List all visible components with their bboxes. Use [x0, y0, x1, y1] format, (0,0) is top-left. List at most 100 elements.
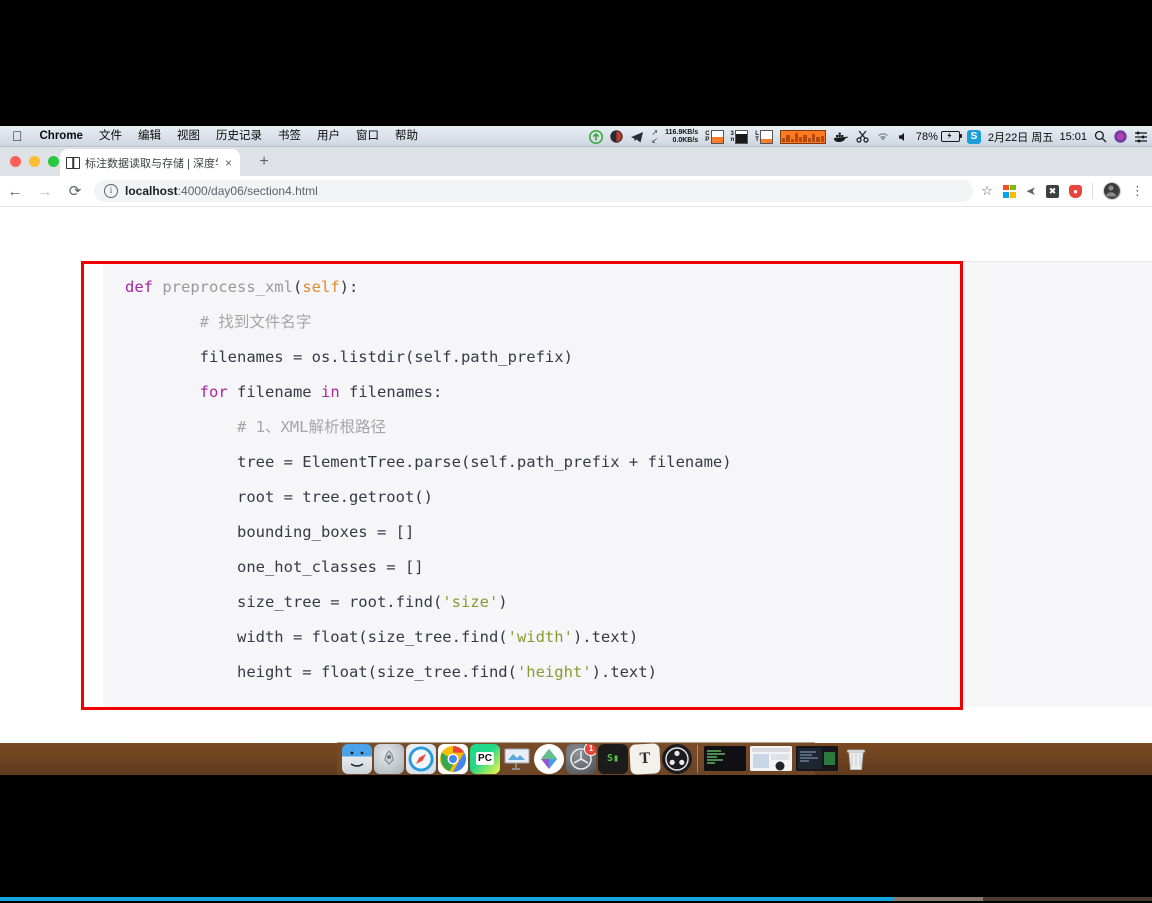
code-line: for filename in filenames:: [125, 375, 1152, 410]
dock-item-finder[interactable]: [342, 743, 372, 774]
code-token: filenames:: [339, 383, 443, 401]
code-token: ).text): [572, 628, 639, 646]
menu-bar-datetime[interactable]: 2月22日 周五 15:01: [988, 126, 1087, 147]
dock-item-sketch[interactable]: [534, 743, 564, 774]
dock-item-safari[interactable]: [406, 743, 436, 774]
reload-button[interactable]: ⟳: [60, 176, 90, 206]
maximize-window-button[interactable]: [48, 156, 59, 167]
minimize-window-button[interactable]: [29, 156, 40, 167]
code-token: (: [292, 278, 303, 296]
code-line: # 1、XML解析根路径: [125, 410, 1152, 445]
bottom-accent-line-right: [983, 897, 1152, 901]
code-token: ):: [339, 278, 359, 296]
menu-item-edit[interactable]: 编辑: [130, 126, 169, 147]
browser-toolbar: ← → ⟳ i localhost:4000/day06/section4.ht…: [0, 176, 1152, 207]
browser-tab[interactable]: 标注数据读取与存储 | 深度学习 ×: [60, 149, 240, 176]
volume-icon[interactable]: [897, 126, 909, 147]
dock-item-app-store[interactable]: 1: [566, 743, 596, 774]
siri-icon[interactable]: [1114, 126, 1127, 147]
menu-bar-left:  Chrome 文件 编辑 视图 历史记录 书签 用户 窗口 帮助: [0, 126, 426, 147]
menu-item-bookmarks[interactable]: 书签: [270, 126, 309, 147]
resize-arrows-icon: ↗ ↙: [651, 127, 659, 145]
code-line: bounding_boxes = []: [125, 515, 1152, 550]
code-token: one_hot_classes = []: [125, 558, 424, 576]
adblock-shield-icon[interactable]: ●: [1069, 184, 1082, 198]
chrome-menu-kebab-icon[interactable]: ⋮: [1131, 184, 1144, 197]
dock-item-keynote[interactable]: [502, 744, 532, 774]
screen-letterbox:  Chrome 文件 编辑 视图 历史记录 书签 用户 窗口 帮助 ↗↙: [0, 0, 1152, 903]
menu-item-view[interactable]: 视图: [169, 126, 208, 147]
new-tab-button[interactable]: +: [254, 152, 274, 172]
battery-status[interactable]: 78%: [915, 130, 962, 143]
minimized-browser-window[interactable]: [750, 746, 792, 771]
menu-bar-status-area: ↗ ↙ 116.9KB/s 0.0KB/s CP 3n LT 78% S 2月2…: [589, 126, 1148, 147]
menu-item-profiles[interactable]: 用户: [309, 126, 348, 147]
microsoft-office-extension-icon[interactable]: [1002, 184, 1016, 198]
code-token: 'size': [442, 593, 499, 611]
snipaste-icon[interactable]: S: [966, 129, 981, 144]
apple-logo-icon[interactable]: : [6, 126, 32, 147]
dock-item-sublime-text[interactable]: S▮: [598, 743, 628, 774]
x-extension-icon[interactable]: ✖: [1046, 184, 1059, 198]
dock-item-launchpad[interactable]: [374, 743, 404, 774]
gpu-gauge-icon[interactable]: LT: [755, 126, 773, 147]
control-center-icon[interactable]: [1134, 126, 1148, 147]
cursor-extension-icon[interactable]: ➤: [1026, 184, 1036, 198]
battery-icon: [940, 131, 962, 142]
dock-item-trash[interactable]: [841, 744, 871, 774]
menu-item-history[interactable]: 历史记录: [208, 126, 270, 147]
mac-menu-bar:  Chrome 文件 编辑 视图 历史记录 书签 用户 窗口 帮助 ↗↙: [0, 126, 1152, 147]
code-token: tree = ElementTree.parse(self.path_prefi…: [125, 453, 732, 471]
code-line: width = float(size_tree.find('width').te…: [125, 620, 1152, 655]
close-window-button[interactable]: [10, 156, 21, 167]
code-line: tree = ElementTree.parse(self.path_prefi…: [125, 445, 1152, 480]
info-circle-icon[interactable]: i: [104, 184, 118, 198]
close-icon[interactable]: ×: [223, 157, 234, 169]
book-icon: [66, 156, 80, 169]
address-bar[interactable]: i localhost:4000/day06/section4.html: [94, 180, 974, 202]
dock-item-typora[interactable]: T: [629, 742, 661, 775]
code-line: # 找到文件名字: [125, 305, 1152, 340]
code-token: preprocess_xml: [162, 278, 293, 296]
code-token: def: [125, 278, 163, 296]
profile-avatar[interactable]: [1103, 182, 1121, 200]
wifi-icon[interactable]: [876, 126, 890, 147]
forward-button[interactable]: →: [30, 176, 60, 206]
code-block: def preprocess_xml(self): # 找到文件名字 filen…: [103, 261, 1152, 707]
docker-icon[interactable]: [833, 126, 849, 147]
dock-item-obs-studio[interactable]: [662, 743, 692, 774]
code-token: root = tree.getroot(): [125, 488, 433, 506]
upload-arrow-icon[interactable]: [589, 126, 604, 147]
gpu-gauge-label: LT: [755, 130, 759, 143]
memory-gauge-icon[interactable]: 3n: [731, 126, 749, 147]
code-line: root = tree.getroot(): [125, 480, 1152, 515]
dropbox-icon[interactable]: [610, 126, 624, 147]
telegram-icon[interactable]: [630, 126, 644, 147]
snip-scissors-icon[interactable]: [856, 126, 869, 147]
dock-divider: [697, 744, 698, 773]
network-histogram-icon[interactable]: [779, 129, 826, 144]
menu-item-chrome[interactable]: Chrome: [32, 126, 91, 147]
code-token: # 1、XML解析根路径: [125, 418, 386, 436]
spotlight-search-icon[interactable]: [1094, 126, 1107, 147]
minimized-editor-window[interactable]: [796, 746, 838, 771]
code-token: # 找到文件名字: [125, 313, 312, 331]
menu-item-file[interactable]: 文件: [91, 126, 130, 147]
code-token: in: [320, 383, 340, 401]
menu-item-help[interactable]: 帮助: [387, 126, 426, 147]
tab-strip: 标注数据读取与存储 | 深度学习 × +: [0, 147, 1152, 176]
menu-item-window[interactable]: 窗口: [348, 126, 387, 147]
bookmark-star-icon[interactable]: ☆: [981, 183, 993, 199]
code-token: height = float(size_tree.find(: [125, 663, 517, 681]
code-line: height = float(size_tree.find('height').…: [125, 655, 1152, 690]
minimized-terminal-window[interactable]: [704, 746, 746, 771]
battery-percent-label: 78%: [915, 130, 938, 143]
back-button[interactable]: ←: [0, 176, 30, 206]
cpu-gauge-icon[interactable]: CP: [705, 126, 724, 147]
bottom-accent-line: [0, 897, 893, 901]
page-content: def preprocess_xml(self): # 找到文件名字 filen…: [0, 207, 1152, 743]
dock-item-pycharm[interactable]: PC: [470, 743, 500, 774]
toolbar-icons: ☆ ➤ ✖ ● ⋮: [981, 182, 1152, 200]
dock-item-chrome[interactable]: [438, 743, 468, 774]
code-line: one_hot_classes = []: [125, 550, 1152, 585]
